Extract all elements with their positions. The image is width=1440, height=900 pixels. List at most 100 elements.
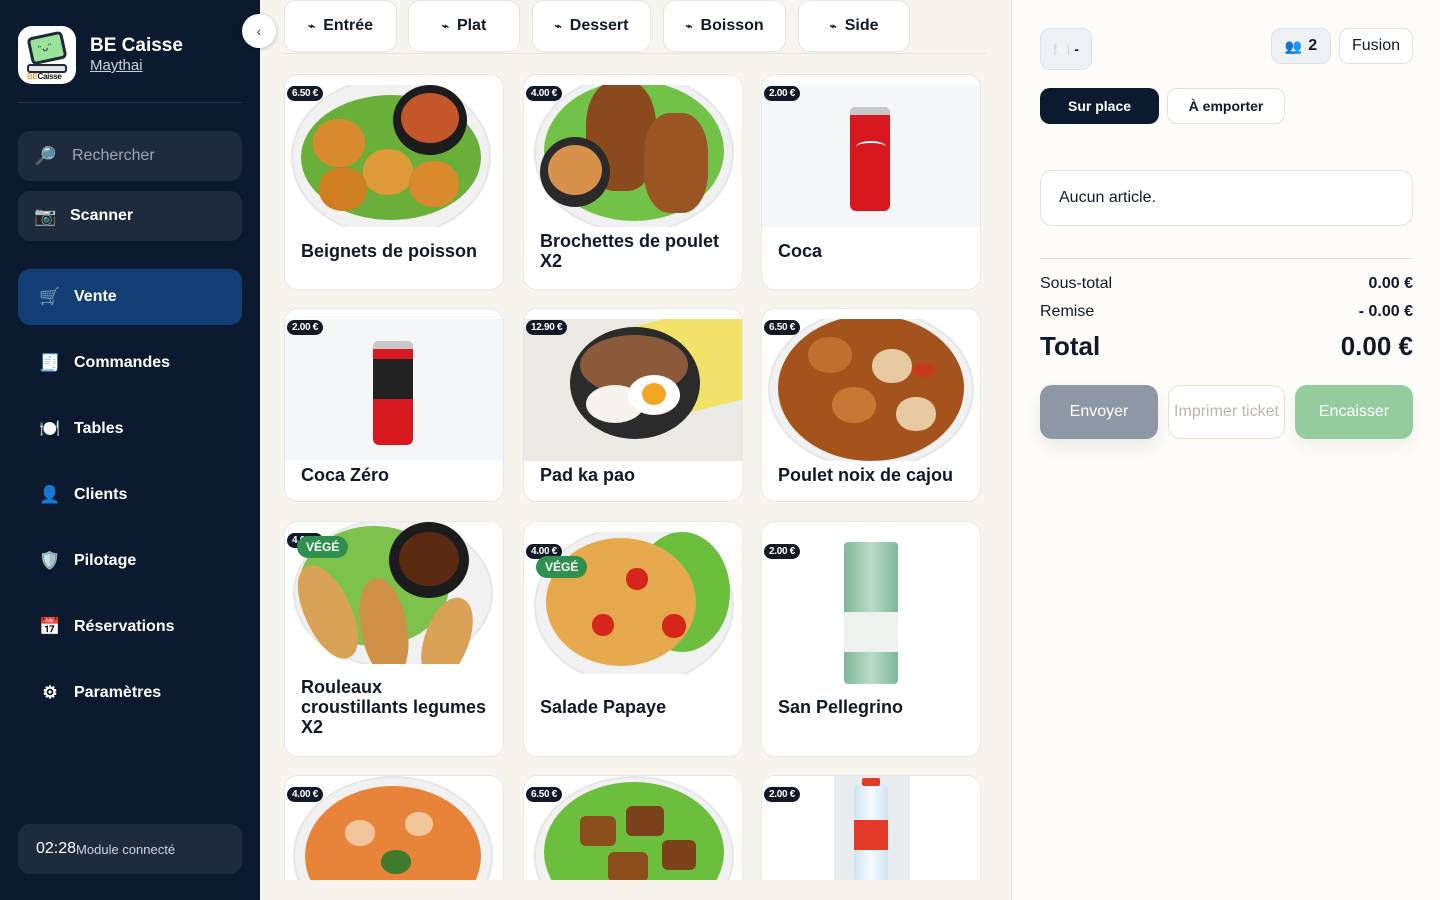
category-icon: ⌁ (685, 19, 693, 33)
nav-item-commandes[interactable]: 🧾 Commandes (18, 335, 242, 391)
tab-entree[interactable]: ⌁ Entrée (284, 0, 397, 52)
product-card[interactable]: 2.00 € San Pellegrino (761, 521, 981, 757)
scanner-button[interactable]: 📷 Scanner (18, 191, 242, 241)
product-card[interactable]: 2.00 € Coca Zéro (284, 308, 504, 502)
product-card[interactable]: 2.00 € Coca (761, 74, 981, 290)
nav-item-vente[interactable]: 🛒 Vente (18, 269, 242, 325)
product-image (524, 319, 742, 461)
discount-row: Remise - 0.00 € (1040, 303, 1413, 321)
subtotal-row: Sous-total 0.00 € (1040, 275, 1413, 293)
product-name: Salade Papaye (540, 697, 667, 717)
product-image (762, 542, 980, 684)
fusion-button[interactable]: Fusion (1339, 28, 1413, 64)
plate-icon: 🍽️ (39, 419, 61, 438)
search-box[interactable]: 🔎 (18, 131, 242, 181)
product-image (524, 85, 742, 227)
product-card[interactable]: 4.00 € VÉGÉ Salade Papaye (523, 521, 743, 757)
camera-icon: 📷 (34, 205, 57, 226)
product-card[interactable]: 6.50 € Poulet noix de cajou (761, 308, 981, 502)
category-icon: ⌁ (554, 19, 562, 33)
clock-time: 02:28 (36, 840, 77, 857)
price-badge: 2.00 € (287, 320, 324, 335)
category-tabs: ⌁ Entrée ⌁ Plat ⌁ Dessert ⌁ Boisson ⌁ Side (284, 0, 986, 54)
product-card[interactable]: 12.90 € Pad ka pao (523, 308, 743, 502)
product-card[interactable]: 4.00 € VÉGÉ Rouleaux croustillants legum… (284, 521, 504, 757)
subtotal-value: 0.00 € (1368, 275, 1413, 292)
category-icon: ⌁ (441, 19, 449, 33)
total-value: 0.00 € (1340, 331, 1413, 361)
veg-badge: VÉGÉ (297, 536, 349, 558)
guest-count[interactable]: 👥 2 (1271, 28, 1331, 64)
subtotal-label: Sous-total (1040, 275, 1113, 292)
product-card[interactable]: 6.50 € (523, 775, 743, 880)
people-icon: 👥 (1284, 37, 1303, 54)
tab-dessert[interactable]: ⌁ Dessert (532, 0, 651, 52)
product-name: Poulet noix de cajou (778, 465, 954, 485)
nav-item-clients[interactable]: 👤 Clients (18, 467, 242, 523)
price-badge: 2.00 € (764, 86, 801, 101)
nav-item-reservations[interactable]: 📅 Réservations (18, 599, 242, 655)
app-name: BE Caisse (90, 35, 183, 56)
sidebar-divider (18, 102, 242, 103)
on-site-toggle[interactable]: Sur place (1040, 88, 1159, 124)
nav-item-pilotage[interactable]: 🛡️ Pilotage (18, 533, 242, 589)
restaurant-link[interactable]: Maythai (90, 57, 183, 75)
product-card[interactable]: 4.00 € (284, 775, 504, 880)
price-badge: 4.00 € (287, 787, 324, 802)
sidebar: ᵔᴗᵔ BECaisse BE Caisse Maythai 🔎 📷 Scann… (0, 0, 260, 900)
receipt-icon: 🧾 (39, 353, 61, 372)
connection-status: 02:28 Module connecté (18, 824, 242, 874)
shield-icon: 🛡️ (39, 551, 61, 570)
cart-icon: 🛒 (39, 287, 61, 306)
product-grid: 6.50 € Beignets de poisson 4.00 € Broche… (284, 54, 986, 880)
product-name: Rouleaux croustillants legumes X2 (301, 677, 487, 737)
product-name: Coca Zéro (301, 465, 390, 485)
table-selector[interactable]: 🍽️ - (1040, 28, 1092, 70)
nav-item-tables[interactable]: 🍽️ Tables (18, 401, 242, 457)
product-name: Coca (778, 241, 823, 261)
chevron-left-icon: ‹ (256, 23, 262, 39)
search-input[interactable] (72, 147, 222, 165)
price-badge: 6.50 € (526, 787, 563, 802)
nav-item-parametres[interactable]: ⚙ Paramètres (18, 665, 242, 721)
scanner-label: Scanner (70, 207, 134, 224)
category-icon: ⌁ (829, 19, 837, 33)
gear-icon: ⚙ (42, 683, 58, 702)
price-badge: 6.50 € (764, 320, 801, 335)
plate-icon: 🍽️ (1052, 40, 1071, 57)
price-badge: 6.50 € (287, 86, 324, 101)
order-panel: 🍽️ - 👥 2 Fusion Sur place À emporter Auc… (1011, 0, 1440, 900)
discount-value: - 0.00 € (1358, 303, 1413, 320)
product-card[interactable]: 6.50 € Beignets de poisson (284, 74, 504, 290)
product-name: San Pellegrino (778, 697, 904, 717)
price-badge: 2.00 € (764, 544, 801, 559)
discount-label: Remise (1040, 303, 1095, 320)
product-card[interactable]: 4.00 € Brochettes de poulet X2 (523, 74, 743, 290)
product-name: Brochettes de poulet X2 (540, 231, 720, 271)
tab-side[interactable]: ⌁ Side (798, 0, 910, 52)
totals-divider (1040, 258, 1413, 259)
cash-in-button[interactable]: Encaisser (1295, 385, 1413, 439)
print-ticket-button[interactable]: Imprimer ticket (1168, 385, 1285, 439)
brand: ᵔᴗᵔ BECaisse BE Caisse Maythai (18, 26, 183, 84)
product-image (285, 319, 503, 461)
product-image (762, 319, 980, 461)
table-label: - (1074, 41, 1080, 57)
takeaway-toggle[interactable]: À emporter (1167, 88, 1285, 124)
send-button[interactable]: Envoyer (1040, 385, 1158, 439)
veg-badge: VÉGÉ (536, 556, 588, 578)
app-logo: ᵔᴗᵔ BECaisse (18, 26, 76, 84)
tab-boisson[interactable]: ⌁ Boisson (663, 0, 786, 52)
price-badge: 2.00 € (764, 787, 801, 802)
search-icon: 🔎 (34, 145, 57, 166)
module-status: Module connecté (76, 841, 176, 857)
calendar-icon: 📅 (39, 617, 61, 636)
category-icon: ⌁ (307, 19, 316, 33)
tab-plat[interactable]: ⌁ Plat (408, 0, 520, 52)
price-badge: 12.90 € (526, 320, 568, 335)
empty-cart-message: Aucun article. (1040, 170, 1413, 226)
product-name: Pad ka pao (540, 465, 636, 485)
product-card[interactable]: 2.00 € (761, 775, 981, 880)
guest-count-value: 2 (1308, 37, 1318, 54)
collapse-sidebar-button[interactable]: ‹ (242, 14, 276, 48)
